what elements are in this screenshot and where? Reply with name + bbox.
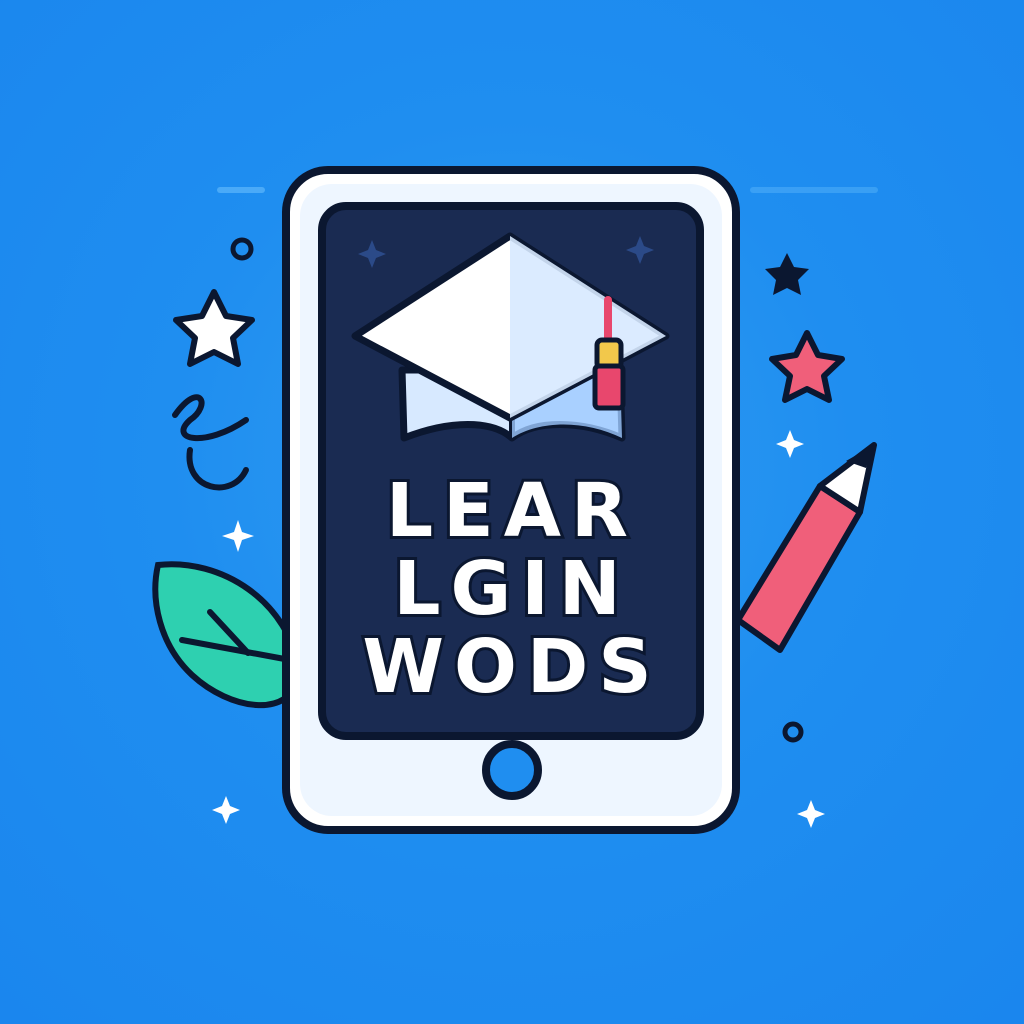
- title-line-3: WODS: [362, 624, 661, 710]
- swirl-icon: [172, 394, 249, 442]
- highlight-dash-left: [217, 187, 265, 193]
- dot-icon: [230, 237, 254, 261]
- leaf-icon: [152, 561, 304, 709]
- illustration-svg: LEAR LGIN WODS: [152, 166, 878, 834]
- star-icon: [769, 330, 845, 403]
- home-button-icon: [482, 740, 542, 800]
- title-line-2: LGIN: [393, 546, 630, 632]
- app-title: LEAR LGIN WODS: [359, 465, 661, 713]
- app-icon-illustration: LEAR LGIN WODS: [0, 0, 1024, 1024]
- title-line-1: LEAR: [386, 468, 638, 554]
- star-icon: [173, 289, 255, 367]
- swirl-tail: [186, 447, 249, 491]
- star-icon: [765, 253, 809, 295]
- highlight-dash-right: [750, 187, 878, 193]
- pencil-icon: [735, 442, 877, 653]
- dot-icon: [782, 721, 804, 743]
